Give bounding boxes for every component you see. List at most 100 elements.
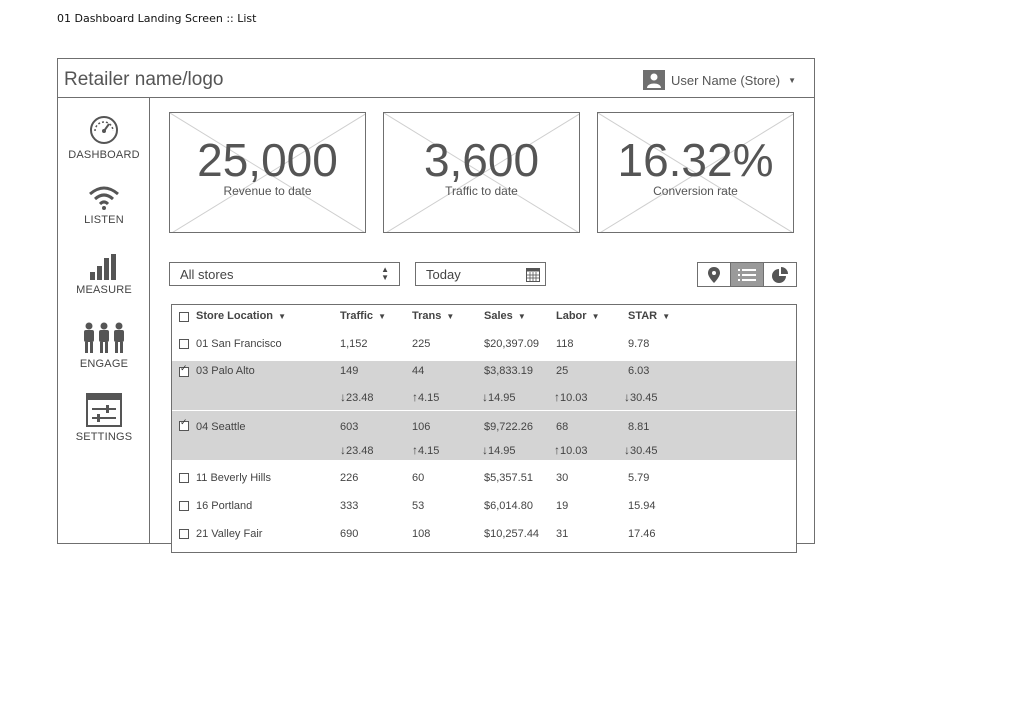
cell-labor: 118 [556, 338, 574, 350]
cell-star: 9.78 [628, 338, 650, 350]
delta-trans: ↑4.15 [412, 390, 440, 404]
table-row[interactable]: 16 Portland 333 53 $6,014.80 19 15.94 [172, 495, 796, 523]
sidebar-item-label: LISTEN [84, 214, 124, 226]
table-header: Store Location ▼ Traffic ▼ Trans ▼ Sales… [172, 305, 796, 329]
cell-trans: 106 [412, 421, 431, 433]
delta-traffic: ↓23.48 [340, 390, 374, 404]
table-row[interactable]: 01 San Francisco 1,152 225 $20,397.09 11… [172, 333, 796, 361]
cell-labor: 31 [556, 528, 569, 540]
sidebar-item-engage[interactable]: ENGAGE [58, 322, 150, 370]
cell-traffic: 1,152 [340, 338, 368, 350]
kpi-card-revenue[interactable]: 25,000 Revenue to date [169, 112, 366, 233]
table-row-selected[interactable]: 03 Palo Alto 149 44 $3,833.19 25 6.03 ↓2… [172, 361, 796, 410]
screen-caption: 01 Dashboard Landing Screen :: List [57, 12, 257, 25]
row-checkbox[interactable] [179, 529, 189, 539]
cell-sales: $10,257.44 [484, 528, 540, 540]
cell-sales: $9,722.26 [484, 421, 533, 433]
people-icon [84, 322, 124, 353]
cell-store-location: 04 Seattle [196, 421, 246, 433]
view-toggle-group [697, 262, 797, 287]
list-view-button[interactable] [731, 263, 764, 286]
delta-trans: ↑4.15 [412, 443, 440, 457]
cell-labor: 19 [556, 500, 569, 512]
kpi-card-conversion[interactable]: 16.32% Conversion rate [597, 112, 794, 233]
sidebar: DASHBOARD LISTEN MEASURE ENGAGE SETTINGS [58, 98, 150, 544]
sidebar-item-label: MEASURE [76, 284, 132, 296]
col-header-traffic[interactable]: Traffic ▼ [340, 310, 386, 322]
bar-chart-icon [90, 254, 116, 280]
cell-labor: 25 [556, 365, 569, 377]
stores-table: Store Location ▼ Traffic ▼ Trans ▼ Sales… [171, 304, 797, 553]
cell-trans: 53 [412, 500, 425, 512]
user-avatar-icon [643, 70, 665, 90]
col-header-star[interactable]: STAR ▼ [628, 310, 670, 322]
col-header-store-location[interactable]: Store Location ▼ [196, 310, 286, 322]
cell-labor: 30 [556, 472, 569, 484]
kpi-value: 16.32% [617, 134, 774, 186]
row-checkbox[interactable] [179, 501, 189, 511]
sidebar-item-label: ENGAGE [79, 358, 129, 370]
retailer-logo[interactable]: Retailer name/logo [64, 69, 223, 91]
gauge-icon [90, 116, 118, 144]
cell-trans: 225 [412, 338, 431, 350]
col-header-labor[interactable]: Labor ▼ [556, 310, 600, 322]
top-bar: Retailer name/logo User Name (Store) ▼ [58, 59, 814, 98]
map-pin-icon [708, 266, 720, 283]
delta-star: ↓30.45 [624, 390, 658, 404]
cell-star: 6.03 [628, 365, 650, 377]
map-view-button[interactable] [698, 263, 731, 286]
cell-traffic: 226 [340, 472, 359, 484]
cell-sales: $6,014.80 [484, 500, 533, 512]
select-all-checkbox[interactable] [179, 312, 189, 322]
sidebar-item-label: DASHBOARD [68, 149, 140, 161]
store-select[interactable]: All stores ▲ ▼ [169, 262, 400, 286]
date-picker-value: Today [426, 267, 461, 282]
sidebar-item-settings[interactable]: SETTINGS [58, 393, 150, 443]
cell-labor: 68 [556, 421, 569, 433]
delta-labor: ↑10.03 [554, 390, 588, 404]
pie-chart-icon [772, 266, 788, 283]
kpi-value: 3,600 [423, 134, 540, 186]
cell-star: 5.79 [628, 472, 650, 484]
delta-traffic: ↓23.48 [340, 443, 374, 457]
kpi-label: Conversion rate [653, 184, 738, 198]
cell-sales: $5,357.51 [484, 472, 533, 484]
chart-view-button[interactable] [764, 263, 796, 286]
cell-traffic: 149 [340, 365, 359, 377]
cell-sales: $3,833.19 [484, 365, 533, 377]
chevron-down-icon: ▼ [788, 75, 796, 85]
delta-sales: ↓14.95 [482, 390, 516, 404]
cell-store-location: 16 Portland [196, 500, 253, 512]
table-row[interactable]: 21 Valley Fair 690 108 $10,257.44 31 17.… [172, 523, 796, 551]
cell-star: 8.81 [628, 421, 650, 433]
table-row-selected[interactable]: 04 Seattle 603 106 $9,722.26 68 8.81 ↓23… [172, 411, 796, 460]
cell-sales: $20,397.09 [484, 338, 540, 350]
sidebar-item-dashboard[interactable]: DASHBOARD [58, 115, 150, 161]
cell-store-location: 11 Beverly Hills [196, 472, 271, 484]
col-header-trans[interactable]: Trans ▼ [412, 310, 454, 322]
row-checkbox[interactable] [179, 473, 189, 483]
cell-store-location: 03 Palo Alto [196, 365, 255, 377]
kpi-value: 25,000 [197, 134, 338, 186]
kpi-label: Traffic to date [445, 184, 518, 198]
row-checkbox-checked[interactable] [179, 417, 189, 431]
cell-traffic: 690 [340, 528, 359, 540]
cell-star: 15.94 [628, 500, 656, 512]
kpi-label: Revenue to date [223, 184, 312, 198]
cell-trans: 60 [412, 472, 425, 484]
sidebar-item-measure[interactable]: MEASURE [58, 250, 150, 296]
row-checkbox-checked[interactable] [179, 363, 189, 377]
col-header-sales[interactable]: Sales ▼ [484, 310, 526, 322]
user-menu[interactable]: User Name (Store) ▼ [643, 70, 796, 90]
sidebar-item-listen[interactable]: LISTEN [58, 184, 150, 226]
kpi-card-traffic[interactable]: 3,600 Traffic to date [383, 112, 580, 233]
date-picker[interactable]: Today [415, 262, 546, 286]
row-checkbox[interactable] [179, 339, 189, 349]
cell-trans: 108 [412, 528, 431, 540]
table-row[interactable]: 11 Beverly Hills 226 60 $5,357.51 30 5.7… [172, 467, 796, 495]
store-select-value: All stores [180, 267, 234, 282]
delta-star: ↓30.45 [624, 443, 658, 457]
delta-labor: ↑10.03 [554, 443, 588, 457]
delta-sales: ↓14.95 [482, 443, 516, 457]
cell-traffic: 333 [340, 500, 359, 512]
